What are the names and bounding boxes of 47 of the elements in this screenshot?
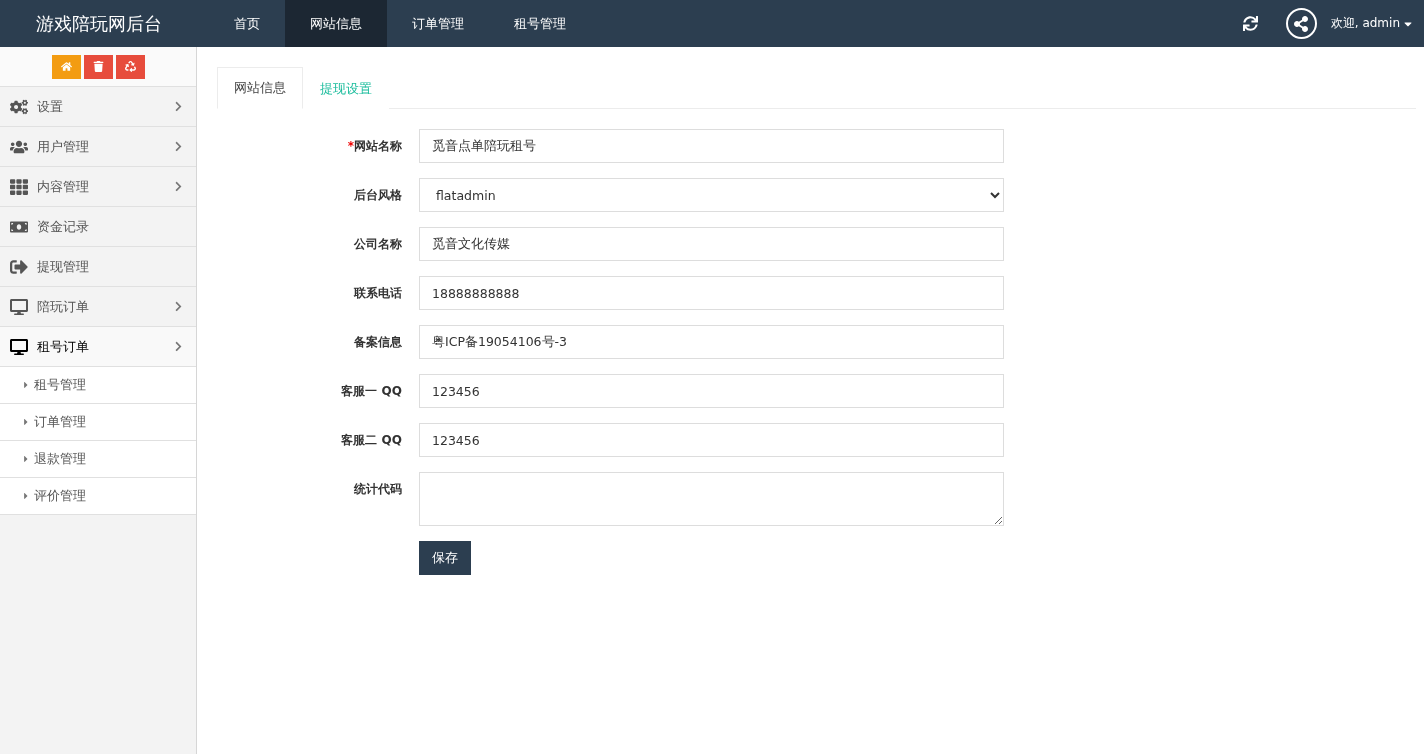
submenu-item[interactable]: 订单管理	[0, 404, 196, 441]
submenu-item[interactable]: 评价管理	[0, 478, 196, 515]
monitor-icon	[9, 297, 29, 316]
monitor-icon	[9, 337, 29, 356]
field-label: *网站名称	[346, 138, 402, 155]
field-label: 公司名称	[353, 236, 402, 253]
recycle-button[interactable]	[115, 54, 145, 79]
input-field[interactable]: 觅音文化传媒	[419, 227, 1004, 261]
user-menu[interactable]: 欢迎, admin	[1330, 15, 1414, 32]
input-field[interactable]: 粤ICP备19054106号-3	[419, 325, 1004, 359]
nav-tab[interactable]: 网站信息	[285, 0, 387, 47]
recycle-icon	[124, 61, 136, 72]
chevron-icon	[173, 101, 184, 112]
refresh-icon[interactable]	[1242, 16, 1258, 31]
field-label: 备案信息	[353, 334, 402, 351]
chevron-icon	[173, 141, 184, 152]
field-label: 客服一 QQ	[340, 383, 402, 400]
home-button[interactable]	[51, 54, 81, 79]
input-field[interactable]: 123456	[419, 374, 1004, 408]
share-icon	[1285, 8, 1317, 39]
input-field[interactable]	[419, 472, 1004, 526]
field-label: 后台风格	[353, 187, 402, 204]
save-button[interactable]: 保存	[419, 541, 471, 575]
grid-icon	[9, 177, 29, 196]
submenu-item[interactable]: 租号管理	[0, 367, 196, 404]
trash-icon	[92, 61, 104, 72]
field-label: 客服二 QQ	[340, 432, 402, 449]
nav-tab[interactable]: 租号管理	[489, 0, 591, 47]
chevron-icon	[173, 341, 184, 352]
field-label: 统计代码	[353, 481, 402, 498]
field-label: 联系电话	[352, 285, 402, 302]
chevron-icon	[173, 181, 184, 192]
input-field[interactable]: 觅音点单陪玩租号	[419, 129, 1004, 163]
sidebar-item[interactable]: 租号订单	[0, 327, 196, 367]
chevron-icon	[173, 301, 184, 312]
input-field[interactable]: 18888888888	[419, 276, 1004, 310]
tab[interactable]: 网站信息	[217, 67, 303, 109]
style-select[interactable]: flatadmin	[419, 178, 1004, 212]
gears-icon	[9, 97, 29, 116]
nav-tab[interactable]: 订单管理	[387, 0, 489, 47]
input-field[interactable]: 123456	[419, 423, 1004, 457]
site-title: 游戏陪玩网后台	[34, 11, 163, 36]
submenu-item[interactable]: 退款管理	[0, 441, 196, 478]
sign-out-icon	[9, 257, 29, 276]
trash-button[interactable]	[83, 54, 113, 79]
home-icon	[60, 61, 72, 72]
nav-tab[interactable]: 首页	[209, 0, 285, 47]
